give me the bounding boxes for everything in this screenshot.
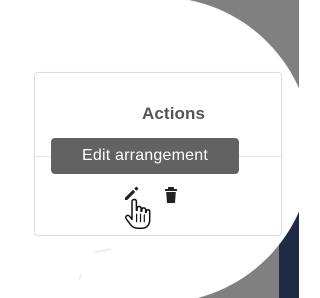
- trash-icon: [165, 187, 177, 203]
- background-guide-line: [73, 274, 82, 296]
- background-guide-line: [13, 8, 52, 23]
- delete-button[interactable]: [163, 186, 179, 204]
- zoomed-ui-screenshot: Actions Edit arrangement: [0, 0, 299, 298]
- edit-arrangement-tooltip: Edit arrangement: [51, 138, 239, 174]
- pointing-hand-cursor-icon: [124, 198, 151, 233]
- actions-column-header: Actions: [142, 104, 206, 123]
- background-guide-line: [93, 248, 111, 253]
- magnified-view: Actions Edit arrangement: [7, 0, 299, 298]
